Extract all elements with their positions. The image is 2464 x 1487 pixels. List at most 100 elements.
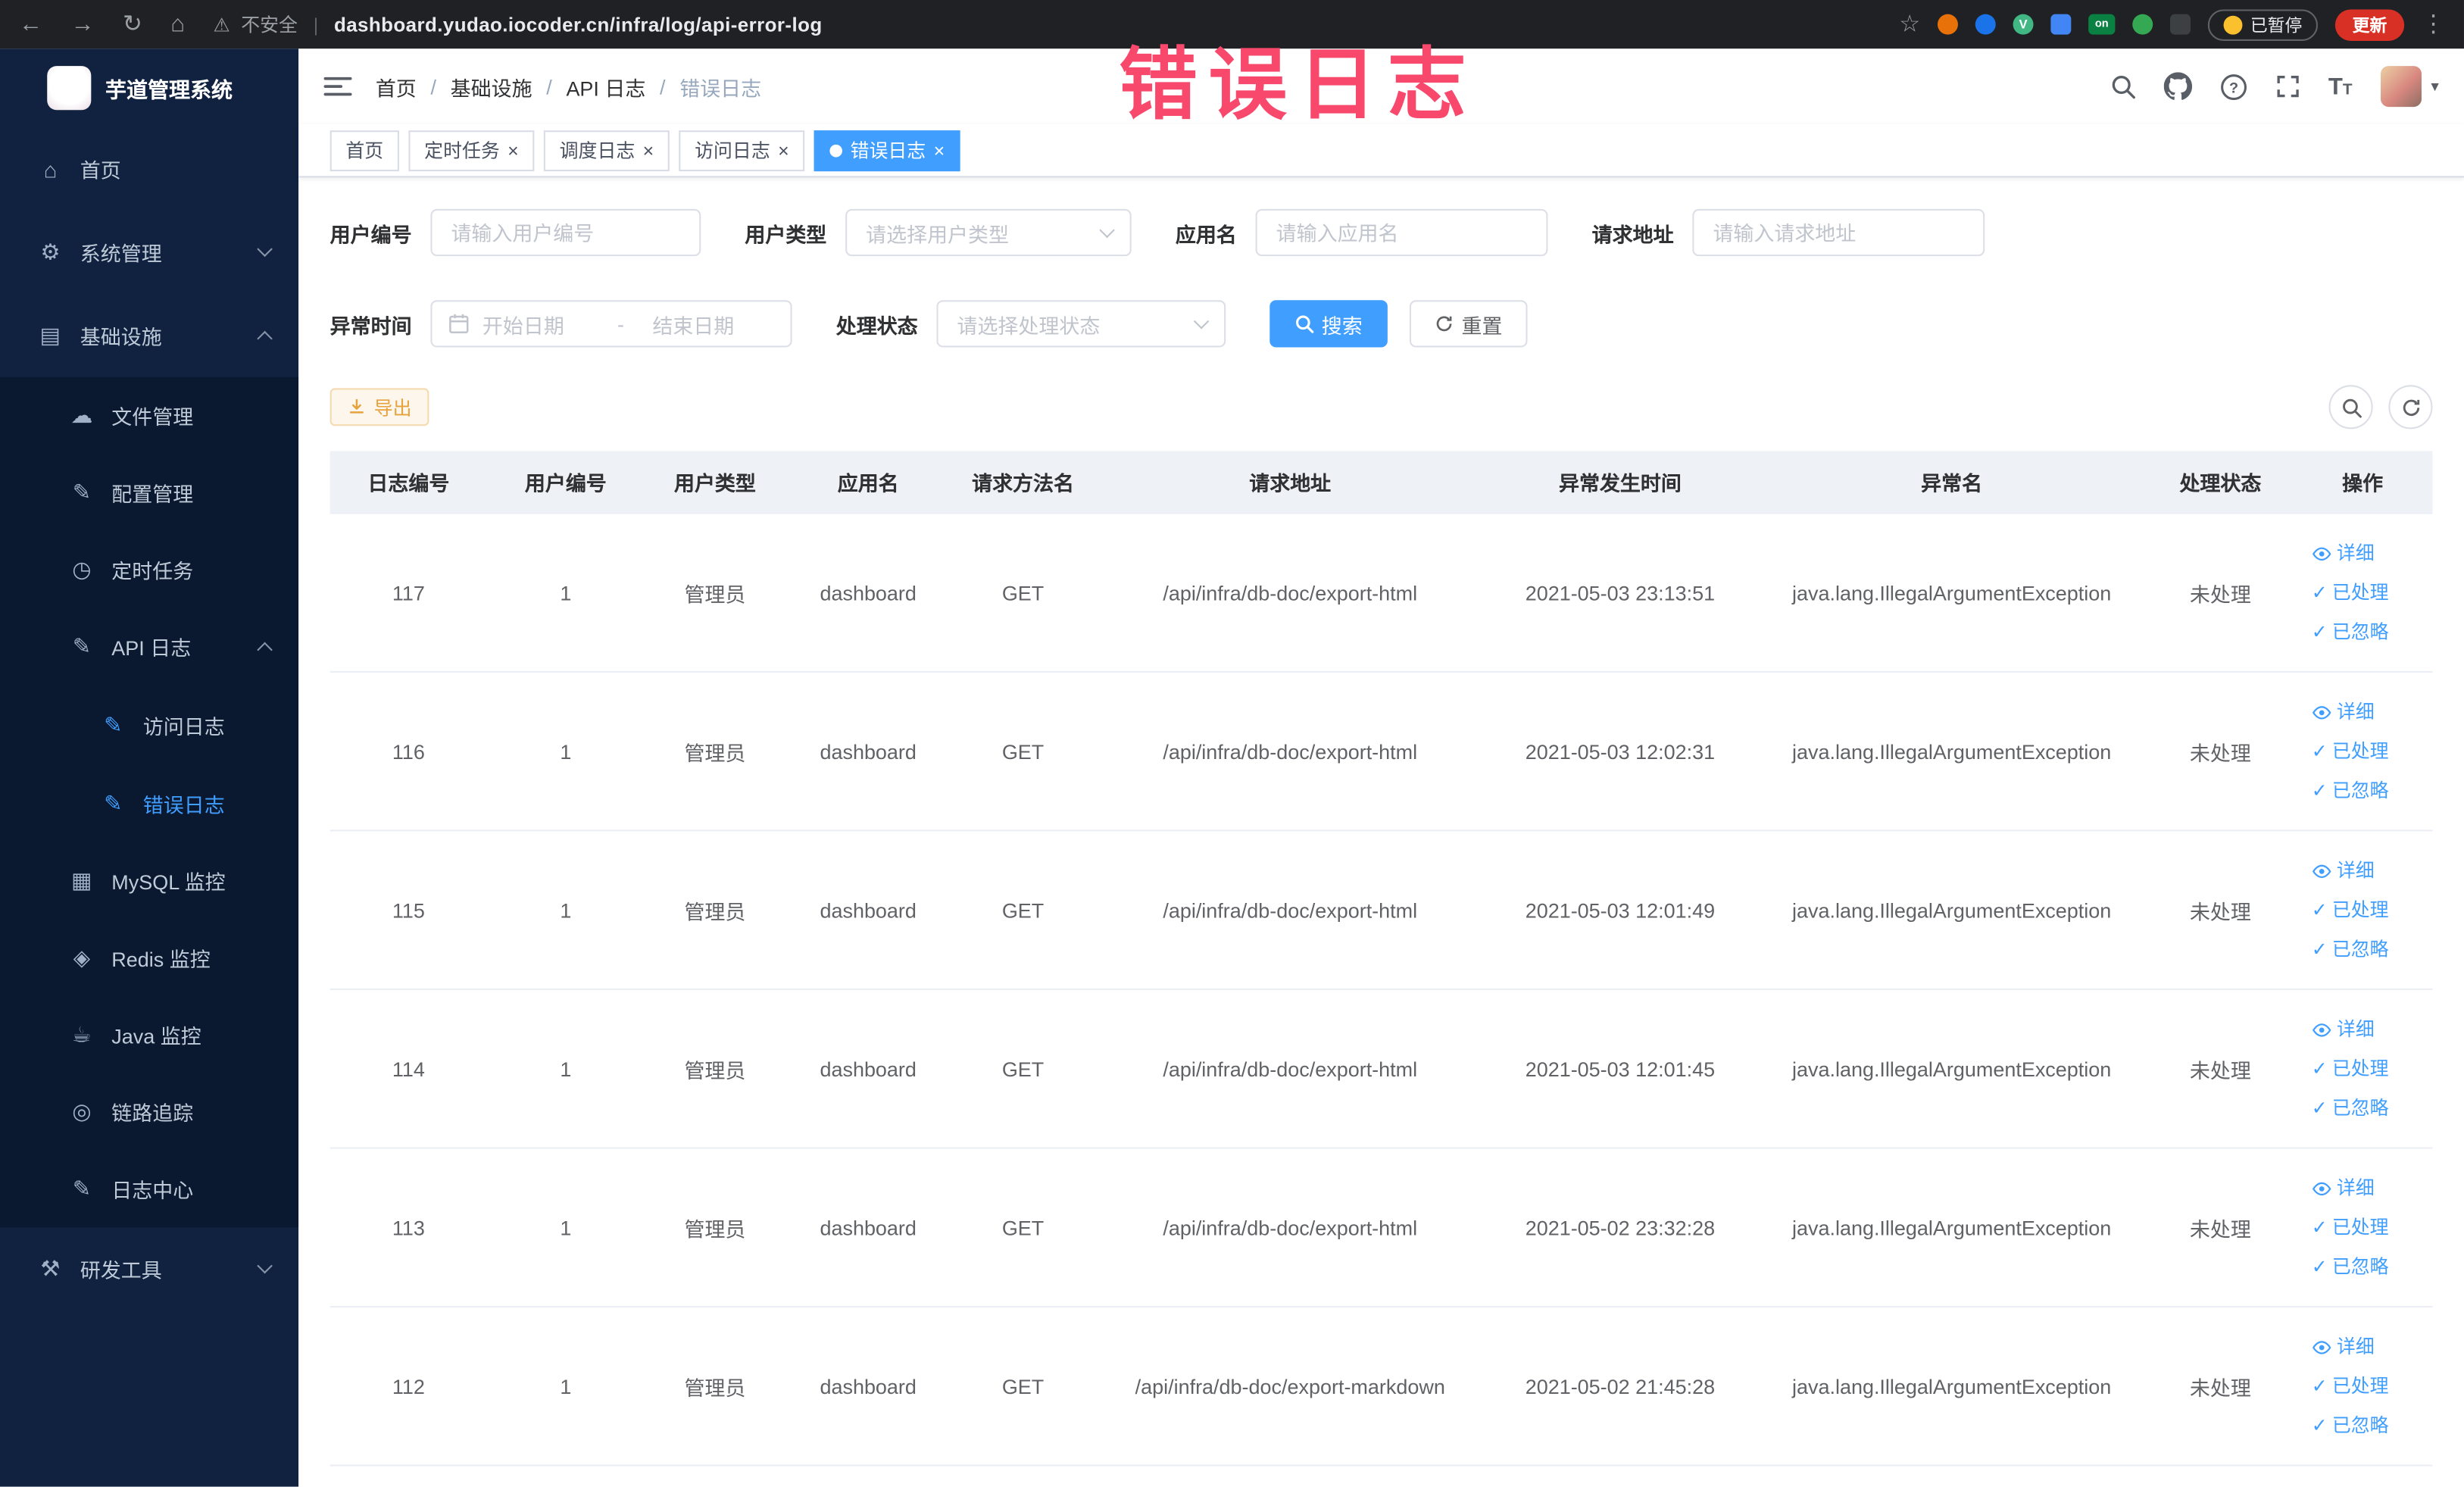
sidebar-item-java-monitor[interactable]: ☕ Java 监控 [0, 996, 298, 1073]
export-button[interactable]: 导出 [329, 388, 429, 426]
tab-error-log[interactable]: 错误日志 × [814, 130, 960, 171]
app-name-input[interactable] [1255, 208, 1548, 257]
close-icon[interactable]: × [507, 141, 519, 160]
mark-processed-link[interactable]: ✓ 已处理 [2312, 1050, 2389, 1088]
tab-scheduled-tasks[interactable]: 定时任务 × [408, 130, 535, 171]
extension-icon[interactable] [2050, 14, 2072, 35]
tab-access-log[interactable]: 访问日志 × [679, 130, 805, 171]
extension-on-icon[interactable]: on [2088, 14, 2116, 35]
cell-user-type: 管理员 [684, 582, 746, 606]
sidebar-item-file-management[interactable]: ☁ 文件管理 [0, 377, 298, 455]
close-icon[interactable]: × [643, 141, 654, 160]
cell-log-id: 114 [392, 1057, 425, 1081]
mark-processed-link[interactable]: ✓ 已处理 [2312, 1367, 2389, 1405]
tab-schedule-log[interactable]: 调度日志 × [543, 130, 670, 171]
sidebar-item-api-logs[interactable]: ✎ API 日志 [0, 608, 298, 686]
breadcrumb-item-api-logs[interactable]: API 日志 [566, 71, 645, 101]
sidebar-item-log-center[interactable]: ✎ 日志中心 [0, 1151, 298, 1228]
search-icon[interactable] [2110, 74, 2135, 99]
sidebar-item-mysql-monitor[interactable]: ▦ MySQL 监控 [0, 842, 298, 920]
close-icon[interactable]: × [934, 141, 945, 160]
vue-devtools-icon[interactable]: V [2013, 14, 2034, 35]
cell-request-url: /api/infra/db-doc/export-html [1163, 898, 1418, 922]
font-size-icon[interactable]: TT [2328, 75, 2353, 98]
search-button[interactable]: 搜索 [1269, 300, 1388, 348]
help-icon[interactable]: ? [2220, 73, 2247, 100]
table-toolbar: 导出 [329, 385, 2433, 430]
detail-link[interactable]: 详细 [2312, 534, 2375, 572]
close-icon[interactable]: × [778, 141, 789, 160]
mark-ignored-link[interactable]: ✓ 已忽略 [2312, 772, 2389, 810]
caret-down-icon: ▾ [2431, 77, 2439, 95]
refresh-table-button[interactable] [2388, 385, 2433, 430]
cell-user-id: 1 [560, 1215, 572, 1239]
user-id-input[interactable] [430, 208, 701, 257]
toggle-search-button[interactable] [2328, 385, 2373, 430]
breadcrumb-item-infrastructure[interactable]: 基础设施 [451, 71, 532, 101]
extension-icon[interactable] [2132, 14, 2153, 35]
browser-menu-kebab-icon[interactable]: ⋮ [2422, 13, 2445, 36]
eye-icon [2313, 864, 2331, 878]
update-button[interactable]: 更新 [2334, 8, 2405, 40]
app-logo[interactable]: 芋道管理系统 [0, 48, 298, 127]
table-row: 116 1 管理员 dashboard GET /api/infra/db-do… [329, 673, 2433, 832]
breadcrumb-item-home[interactable]: 首页 [376, 71, 417, 101]
mark-ignored-link[interactable]: ✓ 已忽略 [2312, 613, 2389, 651]
browser-back-icon[interactable]: ← [19, 13, 42, 36]
mark-processed-link[interactable]: ✓ 已处理 [2312, 891, 2389, 929]
sidebar-item-access-log[interactable]: ✎ 访问日志 [0, 686, 298, 764]
sidebar-item-infrastructure[interactable]: ▤ 基础设施 [0, 294, 298, 377]
mark-ignored-link[interactable]: ✓ 已忽略 [2312, 1089, 2389, 1127]
github-icon[interactable] [2163, 72, 2192, 100]
sidebar-item-error-log[interactable]: ✎ 错误日志 [0, 764, 298, 842]
detail-link[interactable]: 详细 [2312, 1328, 2375, 1366]
browser-home-icon[interactable]: ⌂ [170, 13, 185, 36]
cell-log-id: 116 [392, 739, 425, 764]
app-name-label: 应用名 [1175, 222, 1237, 246]
detail-link[interactable]: 详细 [2312, 1011, 2375, 1048]
sidebar-item-dev-tools[interactable]: ⚒ 研发工具 [0, 1227, 298, 1310]
reset-button[interactable]: 重置 [1410, 300, 1528, 348]
mark-ignored-link[interactable]: ✓ 已忽略 [2312, 930, 2389, 968]
browser-forward-icon[interactable]: → [70, 13, 94, 36]
breadcrumb: 首页 / 基础设施 / API 日志 / 错误日志 [376, 71, 761, 101]
sidebar-item-tracing[interactable]: ◎ 链路追踪 [0, 1073, 298, 1151]
bookmark-star-icon[interactable]: ☆ [1899, 13, 1920, 36]
request-url-input[interactable] [1692, 208, 1985, 257]
sidebar-filler [0, 1310, 298, 1487]
sidebar-item-home[interactable]: ⌂ 首页 [0, 127, 298, 211]
mark-ignored-link[interactable]: ✓ 已忽略 [2312, 1407, 2389, 1445]
eye-icon [2313, 705, 2331, 719]
sidebar-item-redis-monitor[interactable]: ◈ Redis 监控 [0, 920, 298, 997]
tab-label: 调度日志 [559, 139, 636, 162]
sidebar-item-config-management[interactable]: ✎ 配置管理 [0, 455, 298, 532]
sidebar-item-scheduled-tasks[interactable]: ◷ 定时任务 [0, 531, 298, 608]
mark-processed-link[interactable]: ✓ 已处理 [2312, 733, 2389, 770]
detail-link[interactable]: 详细 [2312, 1170, 2375, 1207]
detail-link[interactable]: 详细 [2312, 851, 2375, 889]
sidebar-item-system-management[interactable]: ⚙ 系统管理 [0, 211, 298, 294]
user-type-select[interactable]: 请选择用户类型 [845, 208, 1132, 257]
mark-ignored-link[interactable]: ✓ 已忽略 [2312, 1248, 2389, 1286]
paused-button[interactable]: 已暂停 [2207, 8, 2319, 40]
date-range-separator: - [617, 311, 625, 336]
user-avatar-menu[interactable]: ▾ [2380, 66, 2439, 108]
detail-link[interactable]: 详细 [2312, 693, 2375, 731]
extension-icon[interactable] [1937, 14, 1958, 35]
browser-reload-icon[interactable]: ↻ [123, 13, 142, 36]
status-select[interactable]: 请选择处理状态 [936, 300, 1226, 348]
cell-method: GET [1001, 1215, 1045, 1239]
exception-time-range-picker[interactable]: 开始日期 - 结束日期 [430, 300, 792, 348]
tab-home[interactable]: 首页 [329, 130, 399, 171]
status-label: 处理状态 [835, 313, 918, 338]
extension-icon[interactable] [1975, 14, 1996, 35]
smiley-icon [2223, 14, 2243, 34]
fullscreen-icon[interactable] [2275, 74, 2300, 99]
address-bar[interactable]: ⚠ 不安全 | dashboard.yudao.iocoder.cn/infra… [213, 11, 822, 38]
check-icon: ✓ [2311, 938, 2328, 961]
sidebar-toggle-icon[interactable] [323, 76, 352, 98]
extensions-pin-icon[interactable] [2170, 14, 2191, 35]
mark-processed-link[interactable]: ✓ 已处理 [2312, 573, 2389, 611]
mark-processed-link[interactable]: ✓ 已处理 [2312, 1208, 2389, 1246]
cell-user-type: 管理员 [684, 1058, 746, 1082]
